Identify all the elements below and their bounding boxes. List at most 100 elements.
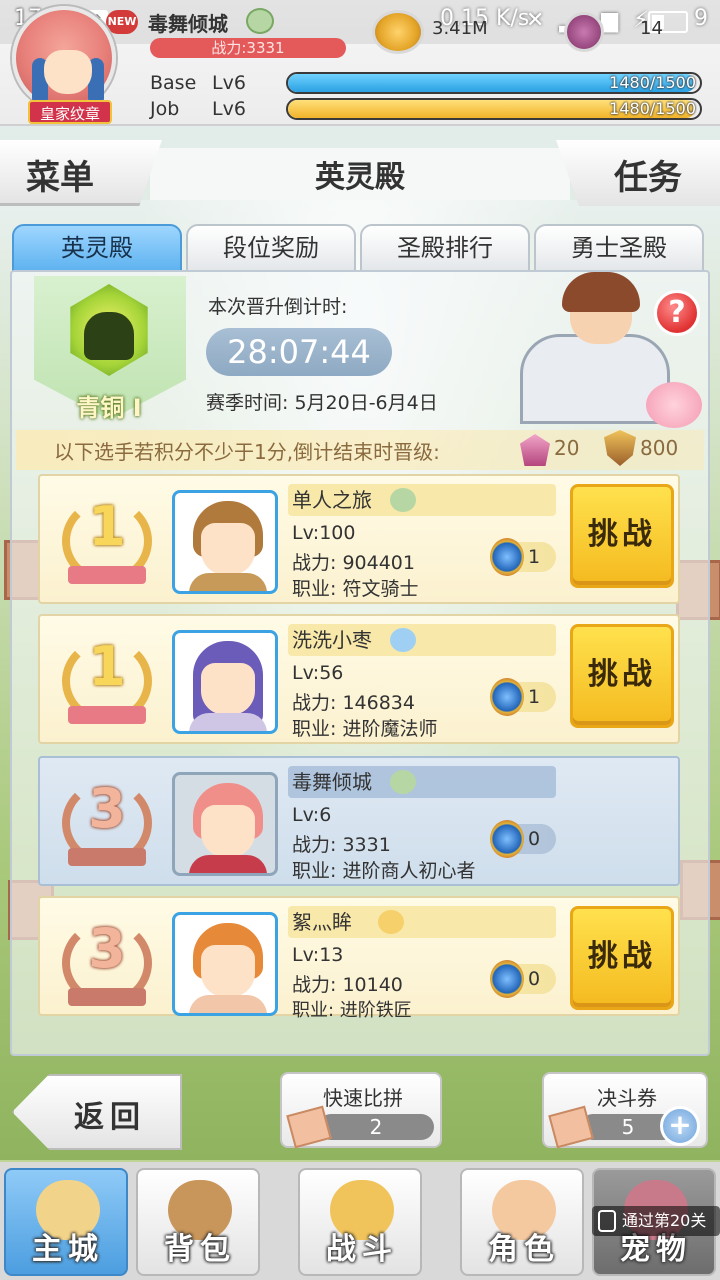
lock-icon xyxy=(598,1210,616,1232)
player-level: Lv:100 xyxy=(292,522,356,544)
scroll-icon xyxy=(286,1105,332,1149)
nav-battle[interactable]: 战斗 xyxy=(298,1168,422,1276)
player-power: 战力: 3331 xyxy=(292,834,391,856)
player-name: 单人之旅 xyxy=(292,488,372,512)
player-name-bar: 单人之旅 xyxy=(288,484,556,516)
new-badge: NEW xyxy=(106,10,138,34)
menu-label: 菜单 xyxy=(26,158,94,198)
player-job: 职业: 进阶商人初心者 xyxy=(292,860,476,882)
coin-icon[interactable] xyxy=(372,10,424,54)
quick-compete-count: 2 xyxy=(318,1114,434,1140)
player-name-bar: 洗洗小枣 xyxy=(288,624,556,656)
base-exp-text: 1480/1500 xyxy=(609,73,696,92)
star-medal-icon xyxy=(490,538,524,576)
rank-name: 青铜 I xyxy=(76,394,142,422)
class-icon xyxy=(390,628,416,652)
player-card: 1 洗洗小枣 Lv:56 战力: 146834 职业: 进阶魔法师 1 挑战 xyxy=(38,614,680,744)
player-level: Lv:56 xyxy=(292,662,344,684)
player-portrait[interactable] xyxy=(172,490,278,594)
player-power: 战力: 146834 xyxy=(292,692,415,714)
poring-mascot-icon xyxy=(646,382,702,428)
quick-compete-label: 快速比拼 xyxy=(323,1086,403,1110)
gem-amount: 14 xyxy=(640,18,663,39)
player-card: 3 絮灬眸 Lv:13 战力: 10140 职业: 进阶铁匠 0 挑战 xyxy=(38,896,680,1021)
tab-valhalla[interactable]: 英灵殿 xyxy=(12,224,182,272)
player-name: 洗洗小枣 xyxy=(292,628,372,652)
class-icon xyxy=(390,488,416,512)
rank-1-medal-icon: 1 xyxy=(62,632,152,732)
challenge-button[interactable]: 挑战 xyxy=(570,624,674,728)
star-medal-icon xyxy=(490,678,524,716)
player-portrait[interactable] xyxy=(172,772,278,876)
countdown-timer: 28:07:44 xyxy=(206,328,392,376)
countdown-label: 本次晋升倒计时: xyxy=(208,296,348,318)
player-power: 战力: 10140 xyxy=(292,974,403,996)
base-level: Lv6 xyxy=(212,72,246,94)
gem-reward-count: 20 xyxy=(554,436,580,460)
player-job: 职业: 符文骑士 xyxy=(292,578,419,600)
power-bar: 战力:3331 xyxy=(150,38,346,58)
title-bar: 菜单 英灵殿 任务 xyxy=(0,140,720,206)
nav-backpack[interactable]: 背包 xyxy=(136,1168,260,1276)
player-medal-count: 1 xyxy=(528,686,541,708)
merchant-class-icon xyxy=(246,8,274,34)
player-level: Lv:6 xyxy=(292,804,332,826)
job-label: Job xyxy=(150,98,180,120)
duel-ticket-box: 决斗券 5 + xyxy=(542,1072,708,1149)
player-job: 职业: 进阶魔法师 xyxy=(292,718,438,740)
page-title: 英灵殿 xyxy=(315,160,405,195)
player-name: 絮灬眸 xyxy=(292,910,352,934)
tab-warrior-temple[interactable]: 勇士圣殿 xyxy=(534,224,704,272)
player-card-self: 3 毒舞倾城 Lv:6 战力: 3331 职业: 进阶商人初心者 0 xyxy=(38,756,680,886)
help-button[interactable]: ? xyxy=(654,290,700,336)
star-medal-icon xyxy=(490,960,524,998)
player-avatar[interactable] xyxy=(12,6,116,110)
season-time: 赛季时间: 5月20日-6月4日 xyxy=(206,392,438,414)
back-label: 返回 xyxy=(74,1100,146,1135)
rank-3-medal-icon: 3 xyxy=(62,774,152,874)
base-label: Base xyxy=(150,72,197,94)
job-exp-text: 1480/1500 xyxy=(609,99,696,118)
challenge-button[interactable]: 挑战 xyxy=(570,484,674,588)
rank-1-medal-icon: 1 xyxy=(62,492,152,592)
menu-button[interactable]: 菜单 xyxy=(0,140,162,206)
player-medal-count: 0 xyxy=(528,828,541,850)
player-power: 战力: 904401 xyxy=(292,552,415,574)
nav-main-city[interactable]: 主城 xyxy=(4,1168,128,1276)
coin-amount: 3.41M xyxy=(432,18,488,39)
player-name: 毒舞倾城 xyxy=(292,770,372,794)
player-portrait[interactable] xyxy=(172,912,278,1016)
nav-character[interactable]: 角色 xyxy=(460,1168,584,1276)
gem-icon[interactable] xyxy=(564,12,604,52)
player-name-bar: 毒舞倾城 xyxy=(288,766,556,798)
player-card: 1 单人之旅 Lv:100 战力: 904401 职业: 符文骑士 1 挑战 xyxy=(38,474,680,604)
job-exp-bar: 1480/1500 xyxy=(286,98,702,120)
tab-temple-ranking[interactable]: 圣殿排行 xyxy=(360,224,530,272)
honor-reward-count: 800 xyxy=(640,436,679,460)
player-portrait[interactable] xyxy=(172,630,278,734)
star-medal-icon xyxy=(490,820,524,858)
challenge-button[interactable]: 挑战 xyxy=(570,906,674,1010)
class-icon xyxy=(390,770,416,794)
task-label: 任务 xyxy=(614,158,682,198)
scroll-icon xyxy=(548,1105,594,1149)
top-hud: 17:52 ⇧ NEW 0.15 K/s ✕ ▂▄▆ ⚡ 9 皇家纹章 毒舞倾城… xyxy=(0,0,720,126)
rank-3-medal-icon: 3 xyxy=(62,914,152,1014)
job-level: Lv6 xyxy=(212,98,246,120)
quick-compete-button[interactable]: 快速比拼 2 xyxy=(280,1072,442,1149)
player-job: 职业: 进阶铁匠 xyxy=(292,1000,412,1021)
player-name: 毒舞倾城 xyxy=(148,12,228,36)
promotion-text: 以下选手若积分不少于1分,倒计结束时晋级: xyxy=(54,440,440,464)
add-duel-ticket-button[interactable]: + xyxy=(660,1106,700,1146)
player-medal-count: 1 xyxy=(528,546,541,568)
royal-emblem-badge[interactable]: 皇家纹章 xyxy=(28,100,112,124)
player-name-bar: 絮灬眸 xyxy=(288,906,556,938)
battery-level: 9 xyxy=(694,6,708,31)
task-button[interactable]: 任务 xyxy=(556,140,720,206)
tab-rank-rewards[interactable]: 段位奖励 xyxy=(186,224,356,272)
player-level: Lv:13 xyxy=(292,944,344,966)
class-icon xyxy=(378,910,404,934)
base-exp-bar: 1480/1500 xyxy=(286,72,702,94)
helmet-icon xyxy=(84,312,134,360)
player-medal-count: 0 xyxy=(528,968,541,990)
